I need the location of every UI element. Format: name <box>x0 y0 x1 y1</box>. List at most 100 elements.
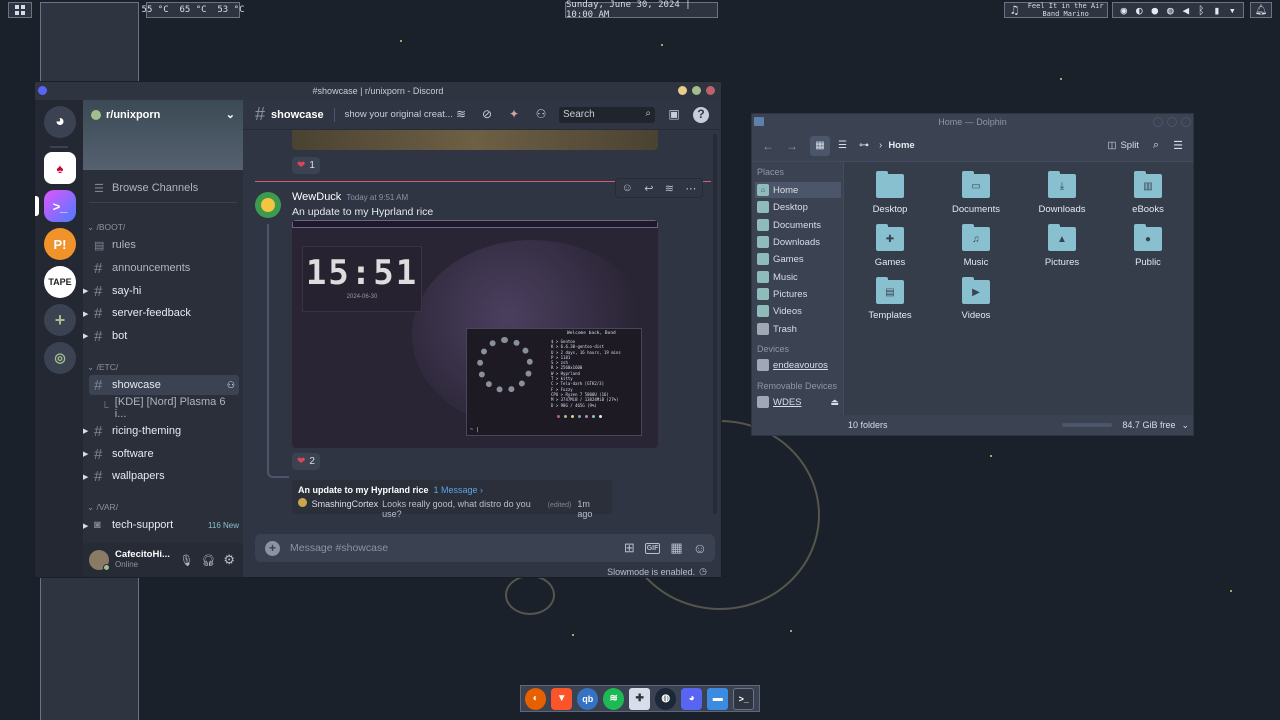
details-view-icon[interactable]: ☰ <box>838 140 847 151</box>
channel-tech-support[interactable]: ◙ tech-support 116 New <box>89 515 239 535</box>
spotify-icon[interactable]: ● <box>1148 3 1162 17</box>
dolphin-icon[interactable]: ▬ <box>707 687 729 710</box>
device-endeavouros[interactable]: endeavouros <box>755 357 841 373</box>
battery-icon[interactable]: ▮ <box>1210 3 1224 17</box>
avatar[interactable] <box>89 550 110 571</box>
category-etc[interactable]: ⌄ /ETC/ <box>87 362 118 373</box>
explore-servers-button[interactable]: ◎ <box>44 342 76 374</box>
thread-message-count[interactable]: 1 Message › <box>434 485 484 495</box>
close-button[interactable] <box>706 86 715 95</box>
place-desktop[interactable]: Desktop <box>755 199 841 215</box>
channel-server-feedback[interactable]: # server-feedback <box>89 303 239 323</box>
server-solitaire[interactable]: ♠ <box>44 152 76 184</box>
category-var[interactable]: ⌄ /VAR/ <box>87 502 118 513</box>
gift-icon[interactable]: ⊞ <box>624 540 635 556</box>
close-button[interactable] <box>1181 117 1191 127</box>
gif-icon[interactable]: GIF <box>644 542 661 554</box>
channel-ricing-theming[interactable]: # ricing-theming <box>89 421 239 441</box>
split-button[interactable]: ◫ Split <box>1107 140 1138 151</box>
minimize-button[interactable] <box>1153 117 1163 127</box>
launcher-button[interactable] <box>8 2 32 18</box>
members-icon[interactable]: ⚇ <box>533 107 549 123</box>
browse-channels[interactable]: ☰ Browse Channels <box>89 178 239 198</box>
discord-icon[interactable]: ◉ <box>1117 3 1131 17</box>
qbittorrent-icon[interactable]: qb <box>577 687 599 710</box>
headphones-icon[interactable]: 🎧︎ <box>201 554 215 567</box>
place-home[interactable]: ⌂ Home <box>755 182 841 198</box>
maximize-button[interactable] <box>692 86 701 95</box>
search-input[interactable]: Search ⌕ <box>559 107 655 123</box>
folder-games[interactable]: ✚ Games <box>847 224 933 268</box>
help-icon[interactable]: ? <box>693 107 709 123</box>
add-attachment-icon[interactable]: + <box>265 540 280 556</box>
reaction-heart-top[interactable]: ❤ 1 <box>292 157 320 174</box>
server-p-exclaim[interactable]: P! <box>44 228 76 260</box>
previous-image[interactable] <box>292 130 658 150</box>
clock[interactable]: Sunday, June 30, 2024 | 10:00 AM <box>565 0 718 20</box>
maximize-button[interactable] <box>1167 117 1177 127</box>
place-music[interactable]: Music <box>755 269 841 285</box>
message-avatar[interactable] <box>255 192 281 218</box>
firefox-icon[interactable]: ◐ <box>525 687 547 710</box>
media-player[interactable]: ♫ Feel It in the Air Band Marino <box>1004 2 1108 18</box>
attached-screenshot[interactable]: 15:51 2024-06-30 Welcome back, Bond $ > … <box>292 220 658 448</box>
channel-bot[interactable]: # bot <box>89 326 239 346</box>
channel-say-hi[interactable]: # say-hi <box>89 281 239 301</box>
icon-view-button[interactable]: ▦ <box>810 135 830 156</box>
chevron-down-icon[interactable]: ⌄ <box>1181 420 1189 431</box>
minimize-button[interactable] <box>678 86 687 95</box>
place-documents[interactable]: Documents <box>755 217 841 233</box>
bluetooth-icon[interactable]: ᛒ <box>1194 3 1208 17</box>
terminal-icon[interactable]: >_ <box>733 687 755 710</box>
channel-software[interactable]: # software <box>89 444 239 464</box>
inbox-icon[interactable]: ▣ <box>666 107 682 123</box>
notification-mute-icon[interactable]: ⊘ <box>479 107 495 123</box>
chat-scrollbar[interactable] <box>713 134 717 514</box>
forward-icon[interactable]: → <box>786 139 798 153</box>
discord-icon[interactable]: ◕ <box>681 687 703 710</box>
category-boot[interactable]: ⌄ /BOOT/ <box>87 222 125 233</box>
tree-view-icon[interactable]: ⊶ <box>859 140 869 151</box>
more-icon[interactable]: ⋯ <box>685 182 696 195</box>
server-terminal[interactable]: >_ <box>44 190 76 222</box>
thread-preview[interactable]: An update to my Hyprland rice 1 Message … <box>292 480 612 519</box>
folder-public[interactable]: ● Public <box>1105 224 1191 268</box>
folder-videos[interactable]: ▶ Videos <box>933 277 1019 321</box>
emoji-reaction-icon[interactable]: ☺ <box>622 182 633 194</box>
channel-showcase[interactable]: # showcase ⚇ <box>89 375 239 395</box>
direct-messages-button[interactable]: ◕ <box>44 106 76 138</box>
server-banner[interactable]: r/unixporn ⌄ <box>83 100 243 170</box>
folder-documents[interactable]: ▭ Documents <box>933 171 1019 215</box>
channel-topic[interactable]: show your original creat... <box>345 109 453 120</box>
message-composer[interactable]: + Message #showcase ⊞ GIF ▦ ☺ <box>255 534 715 562</box>
message-author[interactable]: WewDuck <box>292 191 341 203</box>
search-icon[interactable]: ⌕ <box>1153 139 1159 152</box>
device-wdes[interactable]: WDES ⏏ <box>755 394 841 410</box>
server-tape[interactable]: TAPE <box>44 266 76 298</box>
server-header[interactable]: r/unixporn ⌄ <box>91 108 235 121</box>
folder-music[interactable]: ♫ Music <box>933 224 1019 268</box>
thread-icon[interactable]: ≋ <box>665 182 674 195</box>
threads-icon[interactable]: ≋ <box>453 107 469 123</box>
place-videos[interactable]: Videos <box>755 303 841 319</box>
gear-icon[interactable]: ⚙ <box>223 552 235 568</box>
eject-icon[interactable]: ⏏ <box>830 397 839 408</box>
hamburger-menu-icon[interactable]: ☰ <box>1173 139 1183 152</box>
microphone-icon[interactable]: 🎙︎ <box>179 554 193 567</box>
pin-icon[interactable]: ✦ <box>506 107 522 123</box>
thread-kde-nord[interactable]: └ [KDE] [Nord] Plasma 6 i... <box>89 396 239 420</box>
channel-announcements[interactable]: # announcements <box>89 258 239 278</box>
volume-icon[interactable]: ◀ <box>1179 3 1193 17</box>
notifications-button[interactable]: 🔔︎ <box>1250 2 1272 18</box>
channel-rules[interactable]: ▤ rules <box>89 235 239 255</box>
chevron-down-icon[interactable]: ▾ <box>1225 3 1239 17</box>
sticker-icon[interactable]: ▦ <box>670 540 682 556</box>
add-server-button[interactable]: + <box>44 304 76 336</box>
steam-icon[interactable]: ◐ <box>1132 3 1146 17</box>
place-pictures[interactable]: Pictures <box>755 286 841 302</box>
free-space[interactable]: 84.7 GiB free <box>1122 420 1175 430</box>
place-downloads[interactable]: Downloads <box>755 234 841 250</box>
reply-icon[interactable]: ↩ <box>644 182 653 195</box>
channel-wallpapers[interactable]: # wallpapers <box>89 466 239 486</box>
folder-ebooks[interactable]: ▥ eBooks <box>1105 171 1191 215</box>
